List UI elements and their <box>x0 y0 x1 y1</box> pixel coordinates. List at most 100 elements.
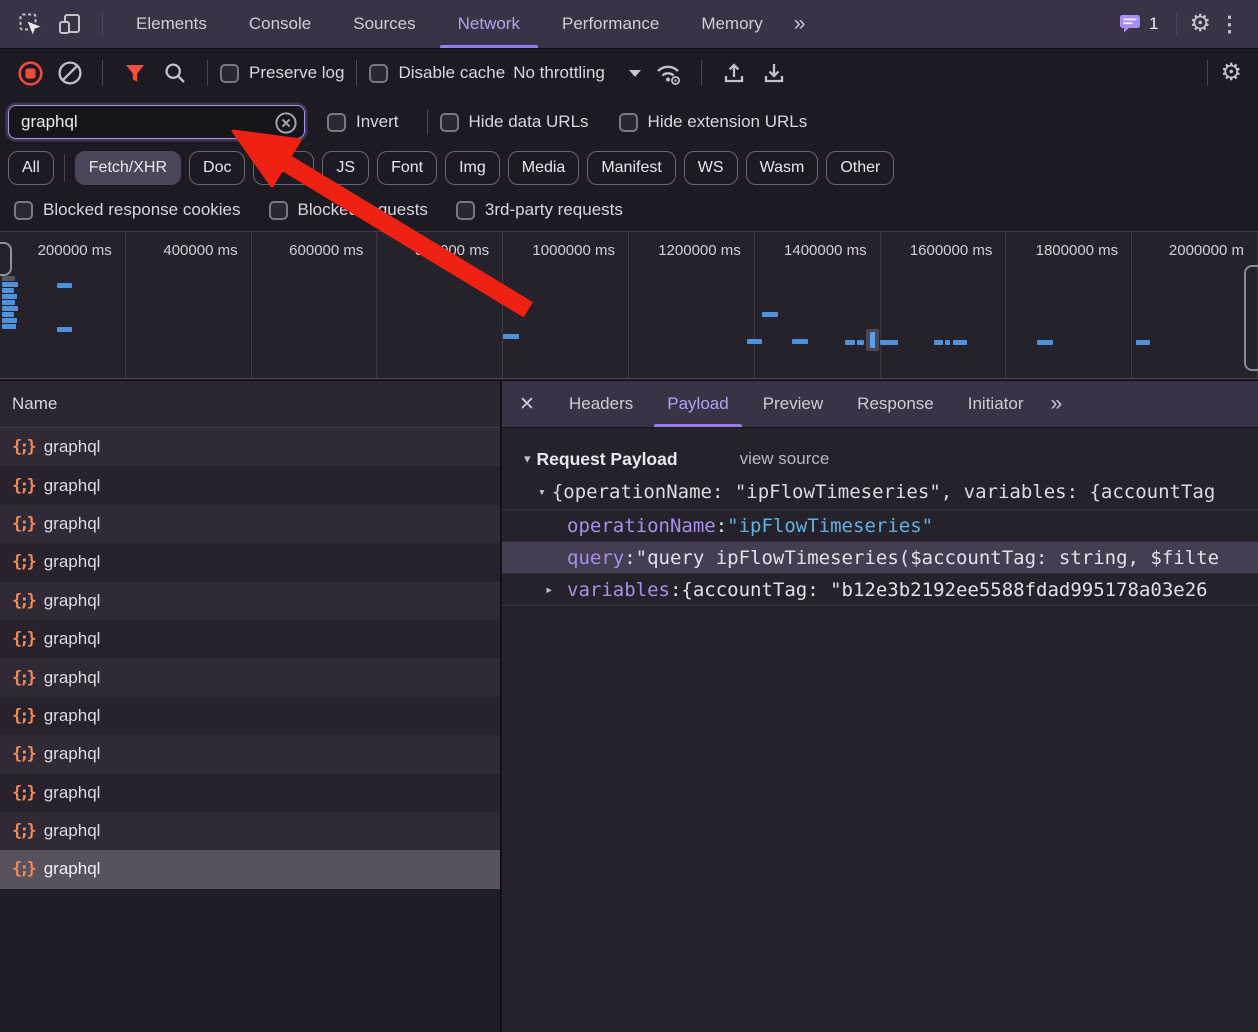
filter-pill-all[interactable]: All <box>8 151 54 185</box>
network-settings-gear-icon[interactable]: ⚙ <box>1220 61 1242 85</box>
request-row[interactable]: {;}graphql <box>0 582 500 620</box>
details-tab-preview[interactable]: Preview <box>746 381 840 427</box>
issues-button[interactable]: 1 <box>1119 14 1158 34</box>
details-tab-response[interactable]: Response <box>840 381 951 427</box>
request-row[interactable]: {;}graphql <box>0 505 500 543</box>
checkbox-box[interactable] <box>220 64 239 83</box>
request-row[interactable]: {;}graphql <box>0 428 500 466</box>
close-details-icon[interactable]: ✕ <box>502 393 552 416</box>
json-request-icon: {;} <box>12 591 34 611</box>
overview-left-handle[interactable] <box>0 242 12 276</box>
payload-row-operationName[interactable]: operationName: "ipFlowTimeseries" <box>502 509 1258 541</box>
request-row[interactable]: {;}graphql <box>0 466 500 504</box>
payload-summary-row[interactable]: ▾ {operationName: "ipFlowTimeseries", va… <box>502 475 1258 509</box>
json-request-icon: {;} <box>12 859 34 879</box>
import-har-icon[interactable] <box>717 56 751 90</box>
request-row[interactable]: {;}graphql <box>0 812 500 850</box>
request-row[interactable]: {;}graphql <box>0 735 500 773</box>
filter-pill-ws[interactable]: WS <box>684 151 738 185</box>
details-tabbar: ✕ HeadersPayloadPreviewResponseInitiator… <box>502 380 1258 428</box>
request-row[interactable]: {;}graphql <box>0 850 500 888</box>
network-overview-timeline[interactable]: 200000 ms400000 ms600000 ms800000 ms1000… <box>0 231 1258 379</box>
search-button[interactable] <box>158 56 192 90</box>
disable-cache-checkbox[interactable]: Disable cache <box>369 63 505 83</box>
record-network-log-button[interactable] <box>13 56 47 90</box>
export-har-icon[interactable] <box>757 56 791 90</box>
throttling-select[interactable]: No throttling <box>513 63 641 83</box>
payload-row-query[interactable]: query: "query ipFlowTimeseries($accountT… <box>502 541 1258 573</box>
tab-sources[interactable]: Sources <box>332 0 436 48</box>
filter-pill-wasm[interactable]: Wasm <box>746 151 819 185</box>
details-tab-payload[interactable]: Payload <box>650 381 745 427</box>
more-detail-tabs-icon[interactable]: » <box>1050 392 1060 416</box>
request-row[interactable]: {;}graphql <box>0 620 500 658</box>
filter-input[interactable]: graphql <box>8 105 305 139</box>
filter-pill-css[interactable]: CSS <box>253 151 314 185</box>
checkbox-box[interactable] <box>327 113 346 132</box>
request-row[interactable]: {;}graphql <box>0 774 500 812</box>
payload-row-variables[interactable]: ▸variables: {accountTag: "b12e3b2192ee55… <box>502 573 1258 606</box>
request-row[interactable]: {;}graphql <box>0 658 500 696</box>
filter-button[interactable] <box>118 56 152 90</box>
details-tab-headers[interactable]: Headers <box>552 381 650 427</box>
filter-pill-fetchxhr[interactable]: Fetch/XHR <box>75 151 181 185</box>
filter-pill-img[interactable]: Img <box>445 151 500 185</box>
request-payload-section[interactable]: ▾ Request Payload view source <box>502 443 1258 475</box>
checkbox-label: Blocked response cookies <box>43 200 241 220</box>
filter-pill-doc[interactable]: Doc <box>189 151 245 185</box>
network-activity-bar <box>2 288 14 293</box>
settings-gear-icon[interactable]: ⚙ <box>1189 12 1211 36</box>
tab-network[interactable]: Network <box>437 0 541 48</box>
hide-data-urls-checkbox[interactable]: Hide data URLs <box>440 112 589 132</box>
triangle-right-icon[interactable]: ▸ <box>545 582 567 598</box>
filter-pill-manifest[interactable]: Manifest <box>587 151 675 185</box>
triangle-down-icon[interactable]: ▾ <box>524 451 531 467</box>
timeline-tick-label: 1200000 ms <box>629 232 755 378</box>
blocked-requests-checkbox[interactable]: Blocked requests <box>269 200 428 220</box>
filter-pill-js[interactable]: JS <box>322 151 369 185</box>
network-activity-bar <box>1037 340 1053 345</box>
view-source-link[interactable]: view source <box>740 449 830 469</box>
details-tab-initiator[interactable]: Initiator <box>951 381 1041 427</box>
issues-count: 1 <box>1149 14 1158 34</box>
request-row[interactable]: {;}graphql <box>0 543 500 581</box>
checkbox-box[interactable] <box>440 113 459 132</box>
checkbox-box[interactable] <box>14 201 33 220</box>
filter-pill-media[interactable]: Media <box>508 151 580 185</box>
request-name: graphql <box>44 706 101 726</box>
checkbox-box[interactable] <box>456 201 475 220</box>
devtools-window: ElementsConsoleSourcesNetworkPerformance… <box>0 0 1258 1032</box>
checkbox-box[interactable] <box>619 113 638 132</box>
hide-extension-urls-checkbox[interactable]: Hide extension URLs <box>619 112 808 132</box>
timeline-tick-label: 1800000 ms <box>1006 232 1132 378</box>
3rd-party-requests-checkbox[interactable]: 3rd-party requests <box>456 200 623 220</box>
more-options-icon[interactable]: ⋮ <box>1219 12 1240 37</box>
blocked-response-cookies-checkbox[interactable]: Blocked response cookies <box>14 200 241 220</box>
triangle-down-icon[interactable]: ▾ <box>538 485 546 500</box>
checkbox-box[interactable] <box>369 64 388 83</box>
selected-request-marker <box>866 329 879 351</box>
tab-console[interactable]: Console <box>228 0 332 48</box>
disable-cache-label: Disable cache <box>398 63 505 83</box>
network-conditions-icon[interactable] <box>652 56 686 90</box>
device-toolbar-icon[interactable] <box>53 7 87 41</box>
preserve-log-checkbox[interactable]: Preserve log <box>220 63 344 83</box>
invert-checkbox[interactable]: Invert <box>327 112 399 132</box>
tab-elements[interactable]: Elements <box>115 0 228 48</box>
checkbox-box[interactable] <box>269 201 288 220</box>
clear-network-log-button[interactable] <box>53 56 87 90</box>
request-row[interactable]: {;}graphql <box>0 697 500 735</box>
tab-memory[interactable]: Memory <box>680 0 783 48</box>
name-column-header[interactable]: Name <box>0 380 500 428</box>
more-panels-icon[interactable]: » <box>794 12 804 36</box>
overview-right-handle[interactable] <box>1244 265 1258 371</box>
clear-filter-icon[interactable] <box>274 111 298 140</box>
tab-performance[interactable]: Performance <box>541 0 680 48</box>
timeline-tick-label: 800000 ms <box>377 232 503 378</box>
divider <box>1176 11 1177 37</box>
filter-pill-other[interactable]: Other <box>826 151 894 185</box>
request-name: graphql <box>44 629 101 649</box>
inspect-element-icon[interactable] <box>13 7 47 41</box>
throttling-value: No throttling <box>513 63 605 83</box>
filter-pill-font[interactable]: Font <box>377 151 437 185</box>
